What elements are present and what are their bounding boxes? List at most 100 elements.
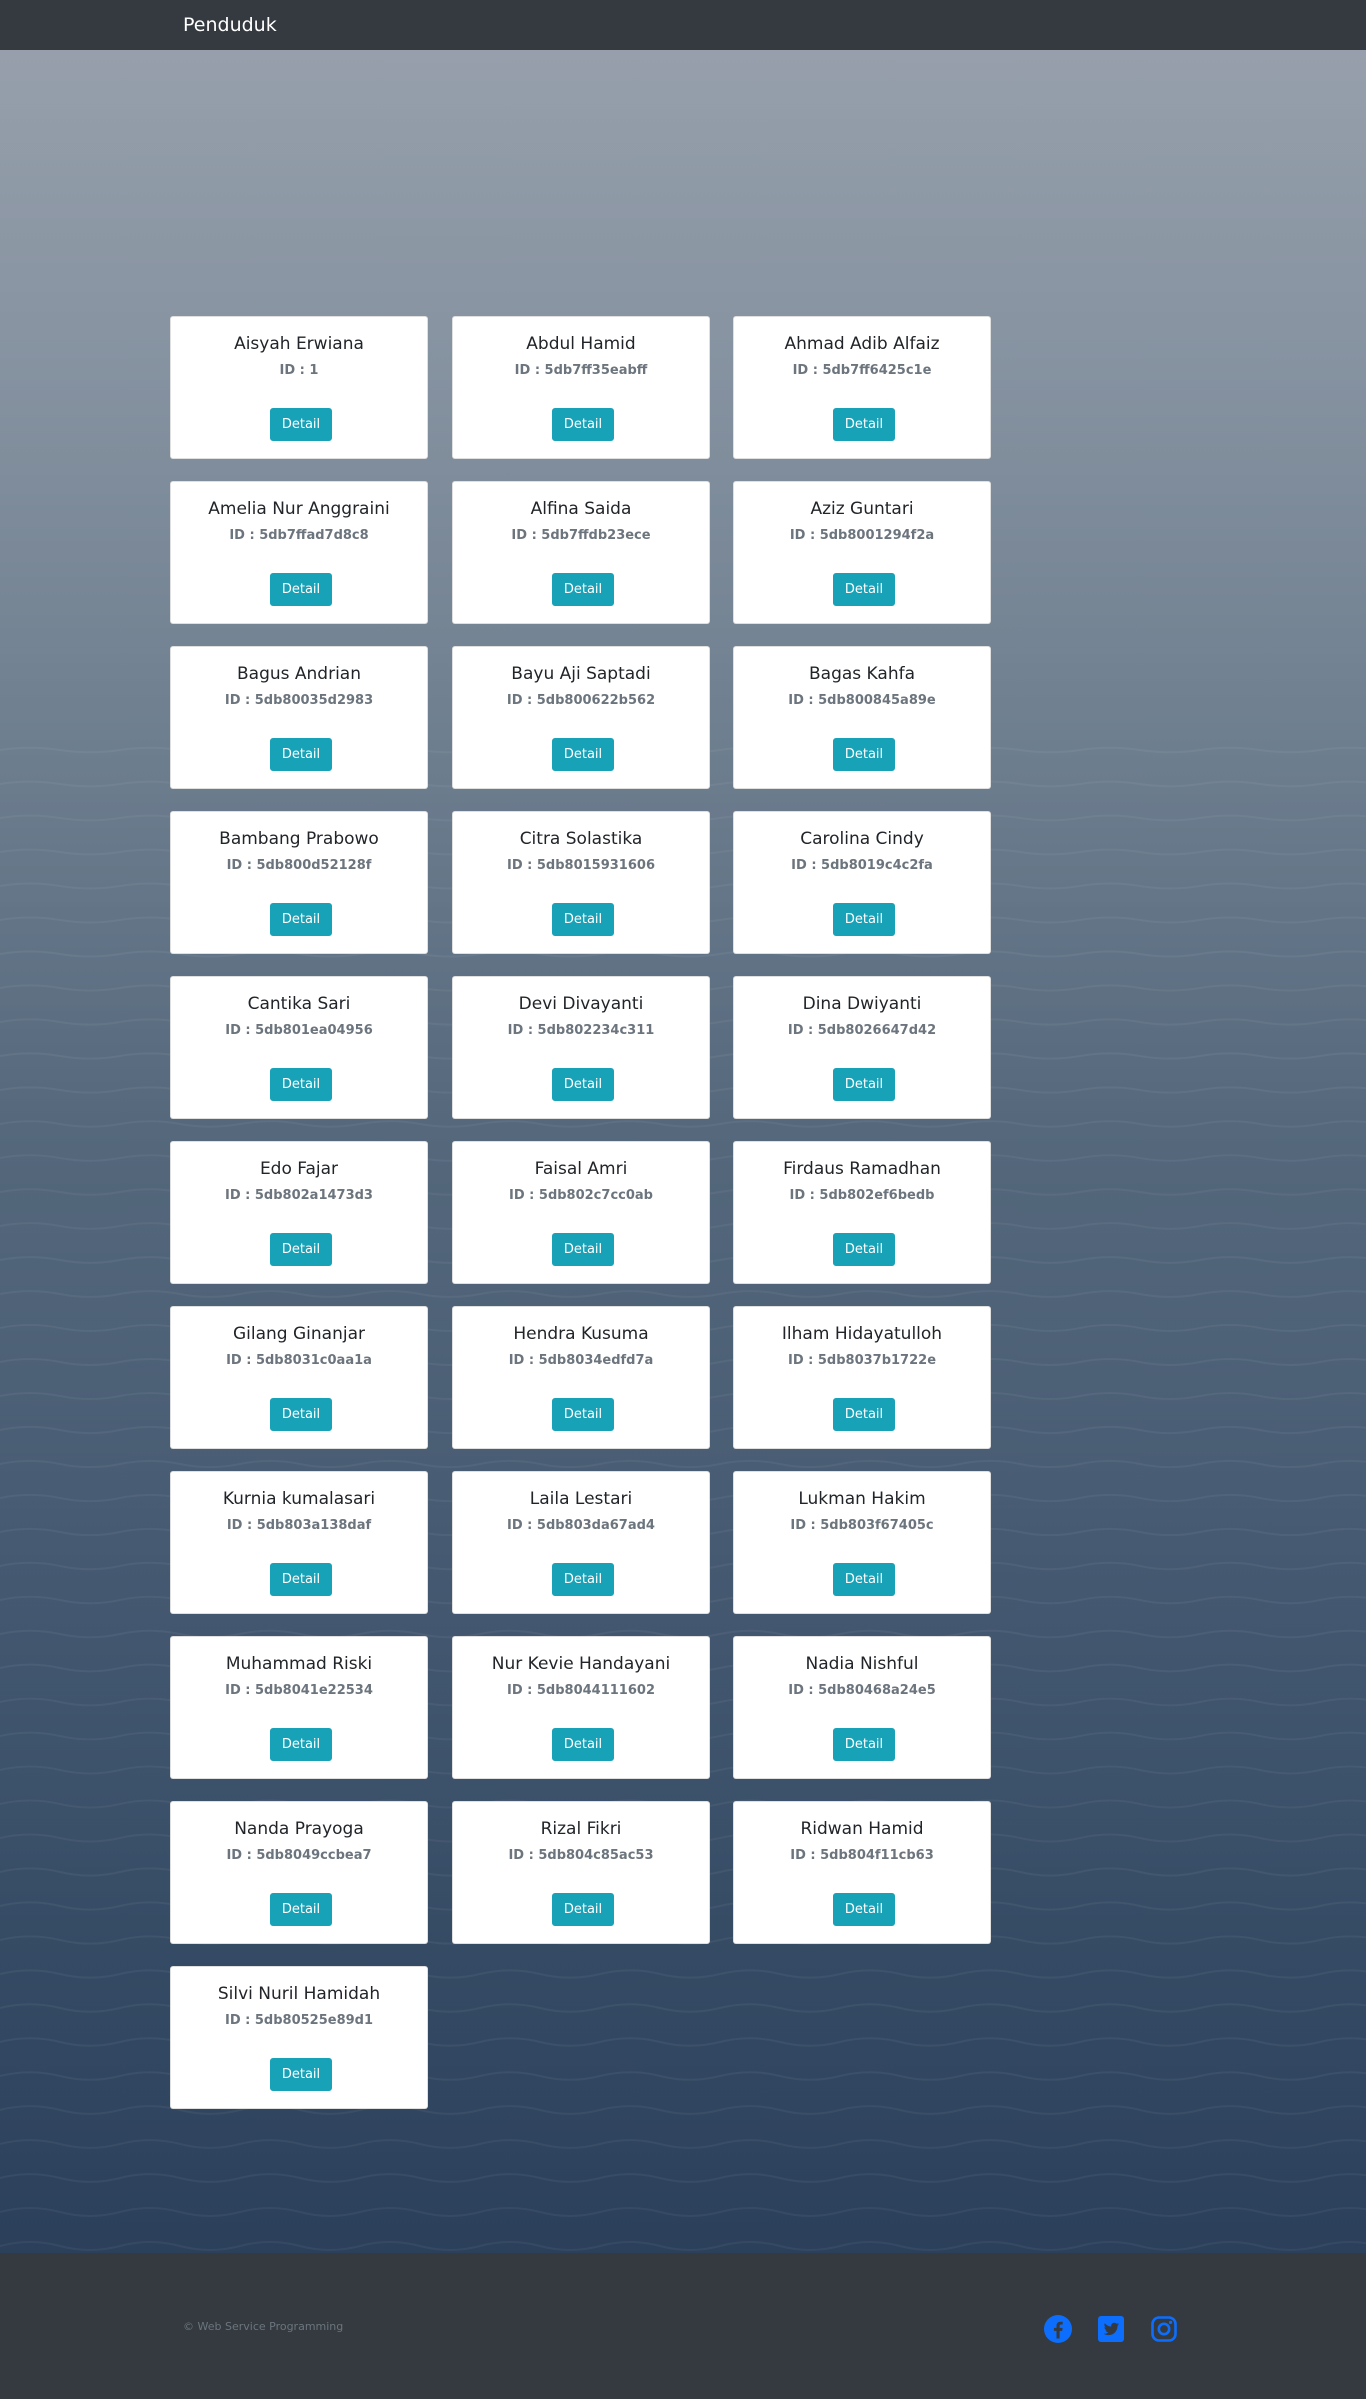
detail-button[interactable]: Detail — [270, 1068, 332, 1101]
resident-name: Kurnia kumalasari — [222, 1489, 376, 1509]
resident-name: Hendra Kusuma — [513, 1324, 649, 1344]
detail-button[interactable]: Detail — [552, 1893, 614, 1926]
resident-name: Ahmad Adib Alfaiz — [784, 334, 940, 354]
resident-card: Devi Divayanti ID : 5db802234c311 Detail — [452, 976, 710, 1119]
resident-name: Muhammad Riski — [225, 1654, 373, 1674]
resident-name: Aisyah Erwiana — [234, 334, 364, 354]
resident-card: Bagas Kahfa ID : 5db800845a89e Detail — [733, 646, 991, 789]
resident-name: Gilang Ginanjar — [233, 1324, 365, 1344]
detail-button[interactable]: Detail — [552, 738, 614, 771]
resident-name: Bambang Prabowo — [219, 829, 379, 849]
detail-button[interactable]: Detail — [270, 408, 332, 441]
resident-name: Aziz Guntari — [810, 499, 914, 519]
resident-id: ID : 5db803da67ad4 — [507, 1518, 655, 1533]
resident-card: Edo Fajar ID : 5db802a1473d3 Detail — [170, 1141, 428, 1284]
instagram-icon[interactable] — [1149, 2314, 1179, 2344]
resident-card: Bambang Prabowo ID : 5db800d52128f Detail — [170, 811, 428, 954]
resident-card: Muhammad Riski ID : 5db8041e22534 Detail — [170, 1636, 428, 1779]
resident-id: ID : 5db802ef6bedb — [789, 1188, 935, 1203]
footer: © Web Service Programming — [0, 2253, 1366, 2399]
resident-id: ID : 5db804f11cb63 — [790, 1848, 934, 1863]
detail-button[interactable]: Detail — [270, 2058, 332, 2091]
resident-card: Aziz Guntari ID : 5db8001294f2a Detail — [733, 481, 991, 624]
resident-id: ID : 5db8015931606 — [507, 858, 655, 873]
navbar-brand[interactable]: Penduduk — [183, 13, 277, 37]
resident-name: Alfina Saida — [530, 499, 632, 519]
resident-card: Kurnia kumalasari ID : 5db803a138daf Detai… — [170, 1471, 428, 1614]
resident-name: Nur Kevie Handayani — [491, 1654, 671, 1674]
navbar: Penduduk — [0, 0, 1366, 50]
detail-button[interactable]: Detail — [270, 1563, 332, 1596]
resident-card: Faisal Amri ID : 5db802c7cc0ab Detail — [452, 1141, 710, 1284]
resident-card: Dina Dwiyanti ID : 5db8026647d42 Detail — [733, 976, 991, 1119]
detail-button[interactable]: Detail — [552, 1563, 614, 1596]
resident-id: ID : 1 — [279, 363, 319, 378]
resident-name: Nanda Prayoga — [234, 1819, 364, 1839]
detail-button[interactable]: Detail — [270, 573, 332, 606]
resident-id: ID : 5db800622b562 — [506, 693, 656, 708]
resident-name: Bagus Andrian — [236, 664, 361, 684]
detail-button[interactable]: Detail — [270, 1398, 332, 1431]
detail-button[interactable]: Detail — [833, 1563, 895, 1596]
resident-id: ID : 5db802c7cc0ab — [509, 1188, 653, 1203]
resident-name: Dina Dwiyanti — [802, 994, 922, 1014]
resident-name: Bayu Aji Saptadi — [511, 664, 651, 684]
detail-button[interactable]: Detail — [270, 738, 332, 771]
detail-button[interactable]: Detail — [833, 408, 895, 441]
resident-card: Nadia Nishful ID : 5db80468a24e5 Detail — [733, 1636, 991, 1779]
detail-button[interactable]: Detail — [270, 1893, 332, 1926]
detail-button[interactable]: Detail — [270, 1233, 332, 1266]
detail-button[interactable]: Detail — [833, 903, 895, 936]
resident-card: Rizal Fikri ID : 5db804c85ac53 Detail — [452, 1801, 710, 1944]
detail-button[interactable]: Detail — [270, 903, 332, 936]
resident-card: Carolina Cindy ID : 5db8019c4c2fa Detail — [733, 811, 991, 954]
detail-button[interactable]: Detail — [552, 1233, 614, 1266]
detail-button[interactable]: Detail — [833, 1398, 895, 1431]
resident-id: ID : 5db803f67405c — [790, 1518, 934, 1533]
detail-button[interactable]: Detail — [552, 903, 614, 936]
resident-id: ID : 5db8019c4c2fa — [791, 858, 933, 873]
resident-name: Ilham Hidayatulloh — [781, 1324, 943, 1344]
resident-id: ID : 5db800d52128f — [226, 858, 372, 873]
detail-button[interactable]: Detail — [833, 738, 895, 771]
facebook-icon[interactable] — [1043, 2314, 1073, 2344]
resident-name: Citra Solastika — [519, 829, 643, 849]
resident-card: Ridwan Hamid ID : 5db804f11cb63 Detail — [733, 1801, 991, 1944]
resident-card: Citra Solastika ID : 5db8015931606 Detail — [452, 811, 710, 954]
detail-button[interactable]: Detail — [833, 1068, 895, 1101]
resident-id: ID : 5db802234c311 — [507, 1023, 655, 1038]
resident-id: ID : 5db7ff35eabff — [514, 363, 648, 378]
resident-id: ID : 5db7ffdb23ece — [511, 528, 651, 543]
resident-name: Carolina Cindy — [800, 829, 924, 849]
resident-id: ID : 5db800845a89e — [788, 693, 936, 708]
resident-name: Laila Lestari — [529, 1489, 633, 1509]
resident-card: Alfina Saida ID : 5db7ffdb23ece Detail — [452, 481, 710, 624]
resident-card: Gilang Ginanjar ID : 5db8031c0aa1a Detail — [170, 1306, 428, 1449]
resident-card: Laila Lestari ID : 5db803da67ad4 Detail — [452, 1471, 710, 1614]
resident-card: Hendra Kusuma ID : 5db8034edfd7a Detail — [452, 1306, 710, 1449]
detail-button[interactable]: Detail — [833, 1893, 895, 1926]
resident-name: Ridwan Hamid — [800, 1819, 924, 1839]
detail-button[interactable]: Detail — [552, 1398, 614, 1431]
resident-id: ID : 5db7ffad7d8c8 — [229, 528, 369, 543]
resident-name: Bagas Kahfa — [809, 664, 915, 684]
hero-background: Aisyah Erwiana ID : 1 Detail Abdul Hamid ID … — [0, 50, 1366, 2253]
resident-id: ID : 5db8001294f2a — [789, 528, 935, 543]
resident-name: Devi Divayanti — [518, 994, 644, 1014]
detail-button[interactable]: Detail — [270, 1728, 332, 1761]
resident-id: ID : 5db804c85ac53 — [508, 1848, 654, 1863]
resident-card: Bayu Aji Saptadi ID : 5db800622b562 Detail — [452, 646, 710, 789]
detail-button[interactable]: Detail — [833, 573, 895, 606]
twitter-icon[interactable] — [1096, 2314, 1126, 2344]
resident-id: ID : 5db7ff6425c1e — [792, 363, 932, 378]
detail-button[interactable]: Detail — [552, 408, 614, 441]
resident-id: ID : 5db801ea04956 — [225, 1023, 373, 1038]
detail-button[interactable]: Detail — [833, 1233, 895, 1266]
detail-button[interactable]: Detail — [552, 1068, 614, 1101]
resident-card: Amelia Nur Anggraini ID : 5db7ffad7d8c8 De… — [170, 481, 428, 624]
resident-card: Ilham Hidayatulloh ID : 5db8037b1722e Deta… — [733, 1306, 991, 1449]
detail-button[interactable]: Detail — [552, 1728, 614, 1761]
detail-button[interactable]: Detail — [552, 573, 614, 606]
resident-card: Firdaus Ramadhan ID : 5db802ef6bedb Detail — [733, 1141, 991, 1284]
detail-button[interactable]: Detail — [833, 1728, 895, 1761]
